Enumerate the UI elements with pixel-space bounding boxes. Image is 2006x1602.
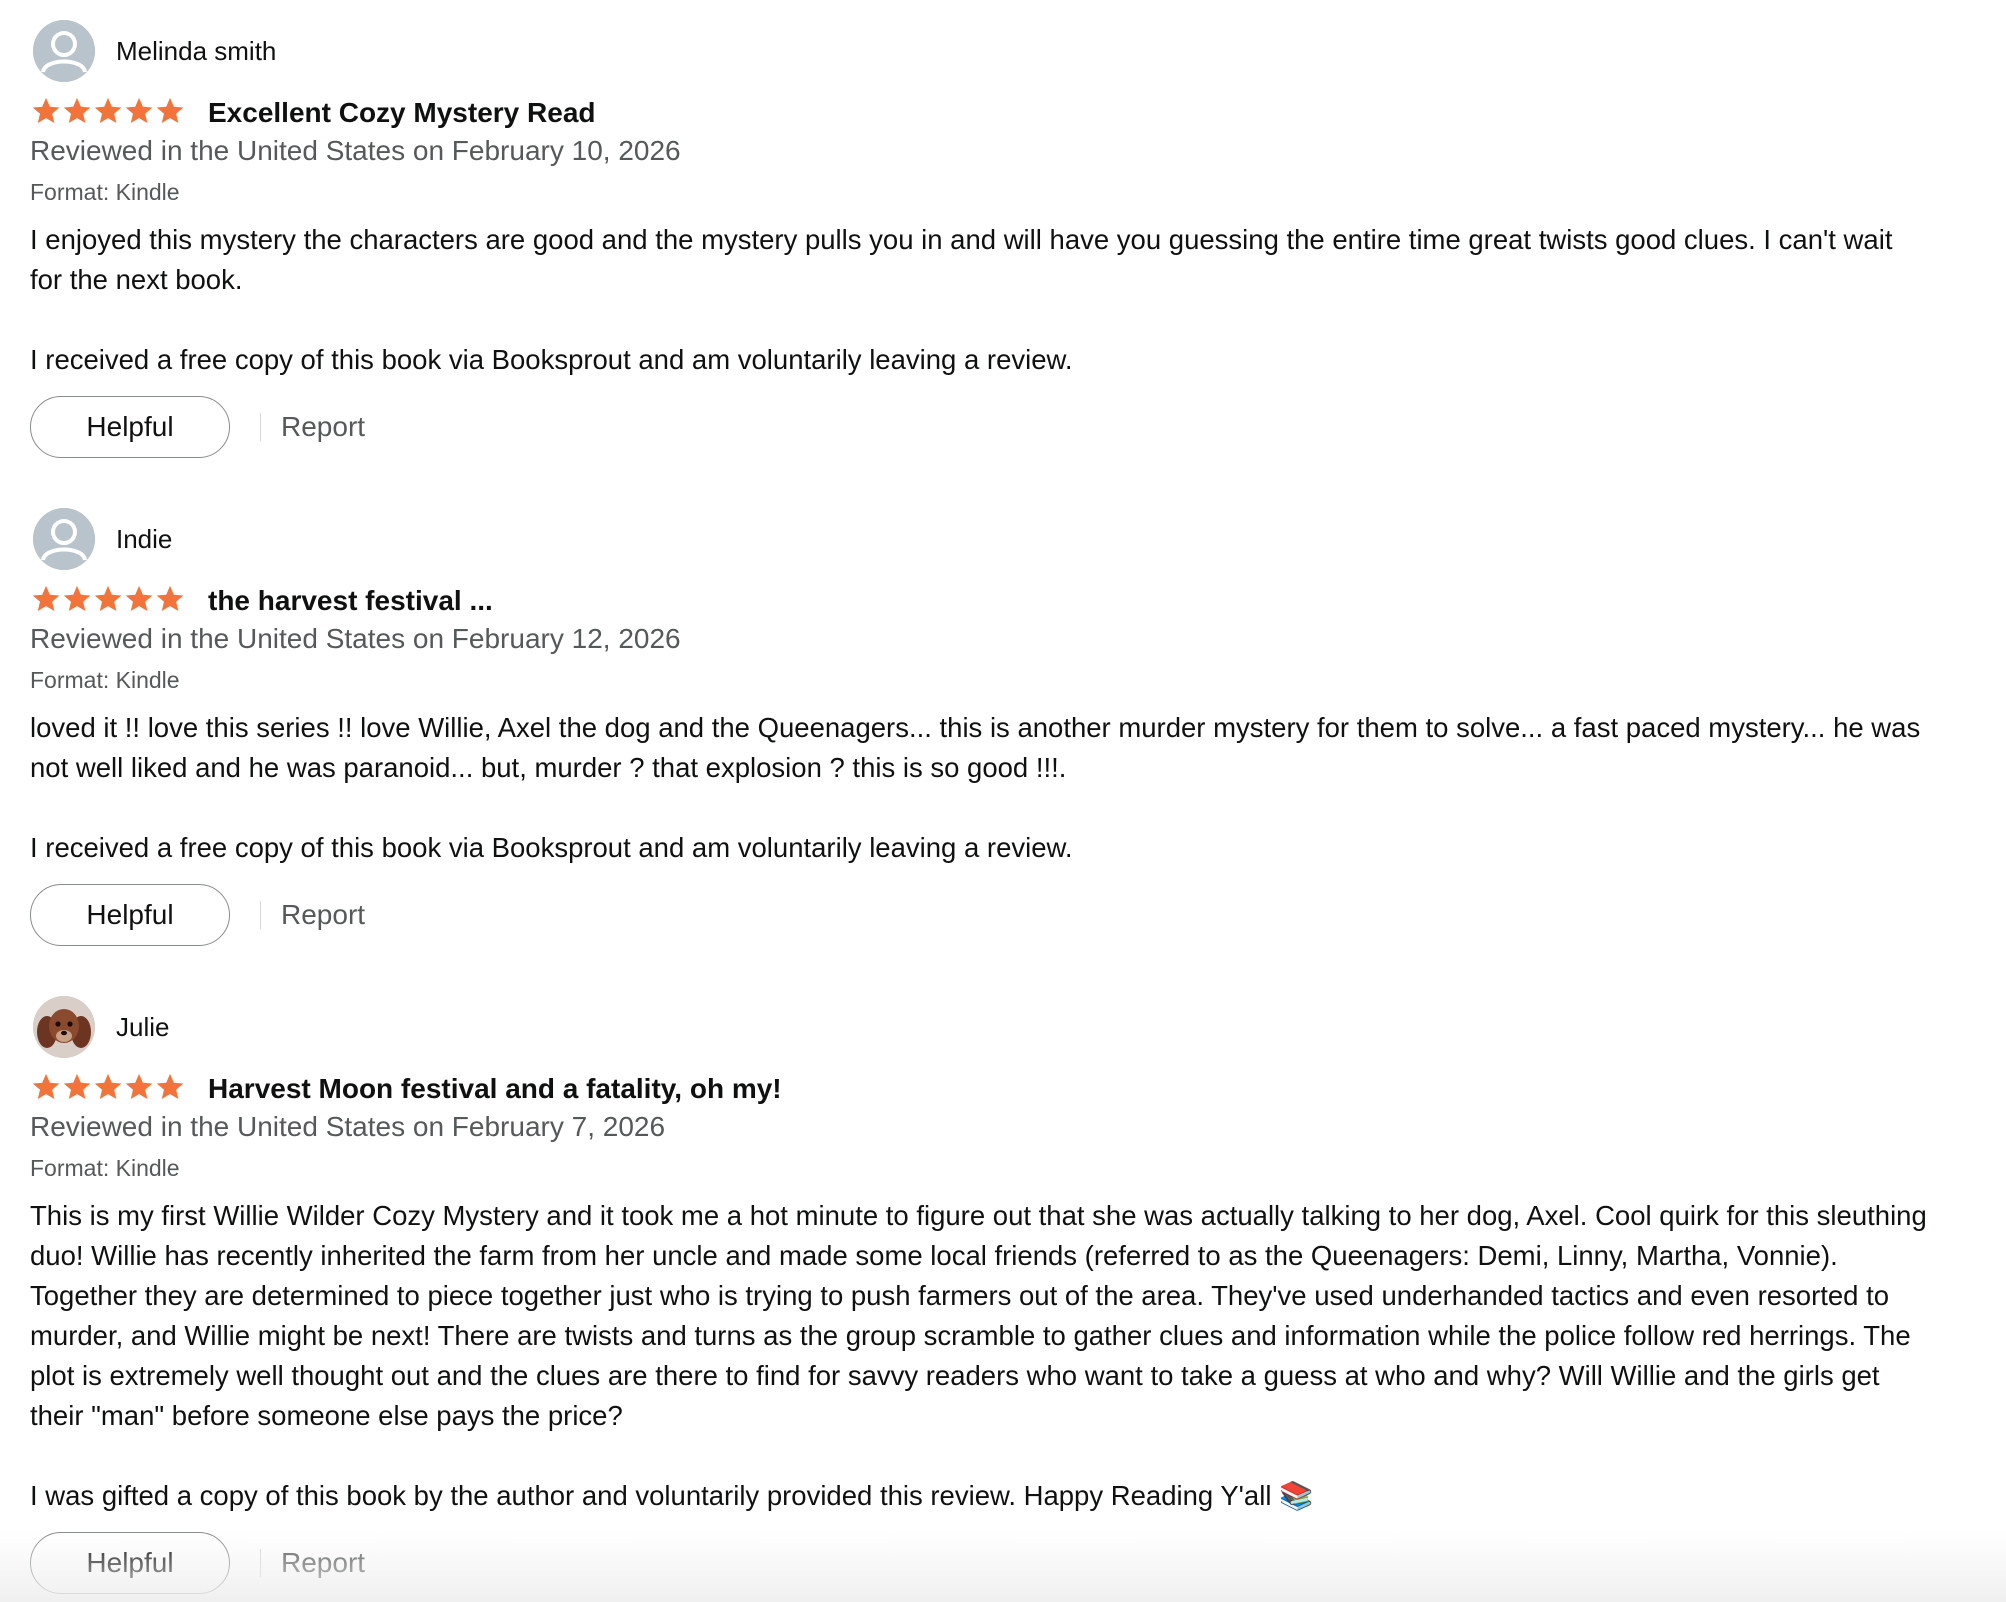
reviewer-profile[interactable]: Indie [30, 508, 1970, 570]
star-rating[interactable] [30, 1072, 185, 1102]
default-user-icon [33, 20, 95, 82]
divider [260, 1549, 261, 1577]
review-text: This is my first Willie Wilder Cozy Myst… [30, 1200, 1927, 1431]
divider [260, 413, 261, 441]
star-icon [32, 585, 60, 611]
report-link[interactable]: Report [281, 898, 365, 932]
dog-photo-avatar [33, 996, 95, 1058]
review-body: I enjoyed this mystery the characters ar… [30, 220, 1930, 380]
star-icon [94, 97, 122, 123]
review-date: Reviewed in the United States on Februar… [30, 1111, 666, 1142]
star-icon [125, 97, 153, 123]
review-body: This is my first Willie Wilder Cozy Myst… [30, 1196, 1930, 1516]
reviewer-name[interactable]: Indie [116, 524, 172, 554]
review-disclosure: I received a free copy of this book via … [30, 344, 1073, 375]
star-rating[interactable] [30, 584, 185, 614]
star-icon [156, 1073, 184, 1099]
review-format: Format: Kindle [30, 667, 180, 693]
review-card: Melinda smith Excellent Cozy Mystery Rea… [30, 20, 1970, 460]
star-icon [156, 585, 184, 611]
review-title[interactable]: the harvest festival ... [208, 584, 493, 618]
helpful-button[interactable]: Helpful [30, 884, 230, 946]
review-actions: Helpful Report [30, 1532, 630, 1596]
star-icon [125, 1073, 153, 1099]
report-link[interactable]: Report [281, 410, 365, 444]
review-format: Format: Kindle [30, 1155, 180, 1181]
reviewer-profile[interactable]: Melinda smith [30, 20, 1970, 82]
reviewer-profile[interactable]: Julie [30, 996, 1970, 1058]
helpful-button[interactable]: Helpful [30, 1532, 230, 1594]
review-text: I enjoyed this mystery the characters ar… [30, 224, 1893, 295]
review-card: Indie the harvest festival ... Reviewed … [30, 508, 1970, 948]
review-title[interactable]: Excellent Cozy Mystery Read [208, 96, 596, 130]
star-rating[interactable] [30, 96, 185, 126]
star-icon [94, 1073, 122, 1099]
reviewer-name[interactable]: Julie [116, 1012, 169, 1042]
star-icon [156, 97, 184, 123]
star-icon [32, 1073, 60, 1099]
review-date: Reviewed in the United States on Februar… [30, 135, 681, 166]
star-icon [32, 97, 60, 123]
review-actions: Helpful Report [30, 884, 630, 948]
review-format: Format: Kindle [30, 179, 180, 205]
divider [260, 901, 261, 929]
star-icon [125, 585, 153, 611]
review-title[interactable]: Harvest Moon festival and a fatality, oh… [208, 1072, 782, 1106]
review-text: loved it !! love this series !! love Wil… [30, 712, 1921, 783]
review-body: loved it !! love this series !! love Wil… [30, 708, 1930, 868]
helpful-button[interactable]: Helpful [30, 396, 230, 458]
star-icon [63, 1073, 91, 1099]
reviewer-name[interactable]: Melinda smith [116, 36, 276, 66]
review-disclosure: I was gifted a copy of this book by the … [30, 1480, 1314, 1511]
review-card: Julie Harvest Moon festival and a fatali… [30, 996, 1970, 1596]
star-icon [94, 585, 122, 611]
report-link[interactable]: Report [281, 1546, 365, 1580]
review-disclosure: I received a free copy of this book via … [30, 832, 1073, 863]
star-icon [63, 97, 91, 123]
default-user-icon [33, 508, 95, 570]
star-icon [63, 585, 91, 611]
review-actions: Helpful Report [30, 396, 630, 460]
review-date: Reviewed in the United States on Februar… [30, 623, 681, 654]
